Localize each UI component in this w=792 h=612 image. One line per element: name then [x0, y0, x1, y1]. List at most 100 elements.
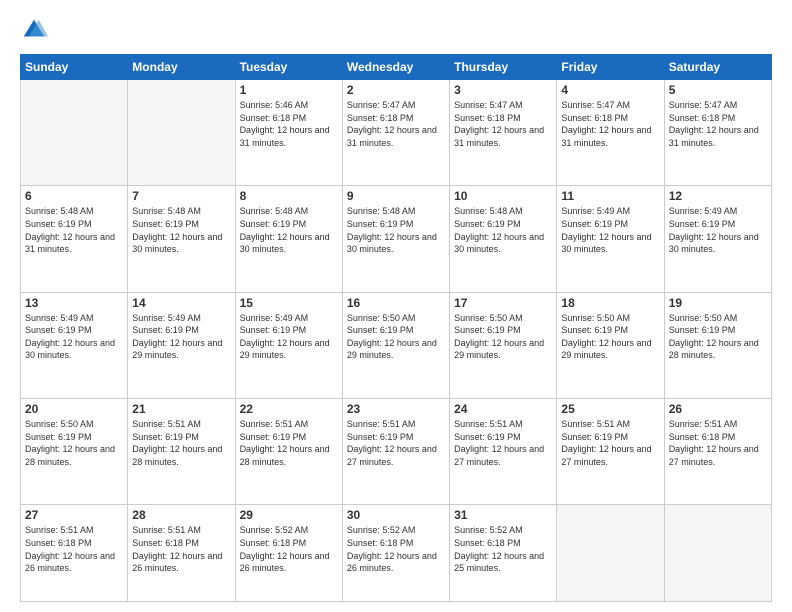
calendar-cell: 24Sunrise: 5:51 AM Sunset: 6:19 PM Dayli… [450, 398, 557, 504]
day-number: 30 [347, 508, 445, 522]
day-number: 3 [454, 83, 552, 97]
day-number: 23 [347, 402, 445, 416]
day-info: Sunrise: 5:50 AM Sunset: 6:19 PM Dayligh… [561, 312, 659, 362]
calendar-cell [557, 505, 664, 602]
day-info: Sunrise: 5:47 AM Sunset: 6:18 PM Dayligh… [347, 99, 445, 149]
day-number: 27 [25, 508, 123, 522]
calendar-cell: 10 Sunrise: 5:48 AM Sunset: 6:19 PM Dayli… [450, 186, 557, 292]
weekday-header-saturday: Saturday [664, 55, 771, 80]
day-info: Sunrise: 5:48 AM Sunset: 6:19 PM Dayligh… [347, 205, 445, 255]
day-info: Sunrise: 5:51 AM Sunset: 6:18 PM Dayligh… [25, 524, 123, 574]
calendar-cell: 19 Sunrise: 5:50 AM Sunset: 6:19 PM Dayli… [664, 292, 771, 398]
weekday-header-tuesday: Tuesday [235, 55, 342, 80]
calendar-cell: 27 Sunrise: 5:51 AM Sunset: 6:18 PM Dayli… [21, 505, 128, 602]
page: SundayMondayTuesdayWednesdayThursdayFrid… [0, 0, 792, 612]
calendar-table: SundayMondayTuesdayWednesdayThursdayFrid… [20, 54, 772, 602]
day-number: 15 [240, 296, 338, 310]
day-number: 12 [669, 189, 767, 203]
calendar-cell: 31 Sunrise: 5:52 AM Sunset: 6:18 PM Dayli… [450, 505, 557, 602]
calendar-cell: 22Sunrise: 5:51 AM Sunset: 6:19 PM Dayli… [235, 398, 342, 504]
day-number: 1 [240, 83, 338, 97]
day-number: 25 [561, 402, 659, 416]
day-info: Sunrise: 5:52 AM Sunset: 6:18 PM Dayligh… [347, 524, 445, 574]
calendar-week-2: 13 Sunrise: 5:49 AM Sunset: 6:19 PM Dayli… [21, 292, 772, 398]
calendar-cell: 25Sunrise: 5:51 AM Sunset: 6:19 PM Dayli… [557, 398, 664, 504]
day-info: Sunrise: 5:51 AM Sunset: 6:19 PM Dayligh… [132, 418, 230, 468]
calendar-cell: 16 Sunrise: 5:50 AM Sunset: 6:19 PM Dayli… [342, 292, 449, 398]
day-info: Sunrise: 5:48 AM Sunset: 6:19 PM Dayligh… [454, 205, 552, 255]
weekday-header-monday: Monday [128, 55, 235, 80]
calendar-cell: 6 Sunrise: 5:48 AM Sunset: 6:19 PM Daylig… [21, 186, 128, 292]
calendar-cell: 8 Sunrise: 5:48 AM Sunset: 6:19 PM Daylig… [235, 186, 342, 292]
day-number: 19 [669, 296, 767, 310]
calendar-cell: 9 Sunrise: 5:48 AM Sunset: 6:19 PM Daylig… [342, 186, 449, 292]
header [20, 16, 772, 44]
day-info: Sunrise: 5:52 AM Sunset: 6:18 PM Dayligh… [240, 524, 338, 574]
calendar-cell: 14 Sunrise: 5:49 AM Sunset: 6:19 PM Dayli… [128, 292, 235, 398]
weekday-header-sunday: Sunday [21, 55, 128, 80]
calendar-cell: 21 Sunrise: 5:51 AM Sunset: 6:19 PM Dayli… [128, 398, 235, 504]
day-number: 14 [132, 296, 230, 310]
day-info: Sunrise: 5:50 AM Sunset: 6:19 PM Dayligh… [669, 312, 767, 362]
day-number: 4 [561, 83, 659, 97]
day-info: Sunrise: 5:51 AM Sunset: 6:19 PM Dayligh… [240, 418, 338, 468]
day-number: 10 [454, 189, 552, 203]
calendar-cell: 20Sunrise: 5:50 AM Sunset: 6:19 PM Dayli… [21, 398, 128, 504]
weekday-header-wednesday: Wednesday [342, 55, 449, 80]
day-info: Sunrise: 5:47 AM Sunset: 6:18 PM Dayligh… [669, 99, 767, 149]
day-number: 24 [454, 402, 552, 416]
calendar-cell: 29Sunrise: 5:52 AM Sunset: 6:18 PM Dayli… [235, 505, 342, 602]
day-info: Sunrise: 5:51 AM Sunset: 6:18 PM Dayligh… [669, 418, 767, 468]
day-number: 17 [454, 296, 552, 310]
day-number: 11 [561, 189, 659, 203]
calendar-cell: 2 Sunrise: 5:47 AM Sunset: 6:18 PM Daylig… [342, 80, 449, 186]
day-number: 9 [347, 189, 445, 203]
calendar-cell: 26Sunrise: 5:51 AM Sunset: 6:18 PM Dayli… [664, 398, 771, 504]
day-info: Sunrise: 5:48 AM Sunset: 6:19 PM Dayligh… [132, 205, 230, 255]
calendar-cell: 17 Sunrise: 5:50 AM Sunset: 6:19 PM Dayli… [450, 292, 557, 398]
weekday-header-thursday: Thursday [450, 55, 557, 80]
day-number: 7 [132, 189, 230, 203]
calendar-cell: 12Sunrise: 5:49 AM Sunset: 6:19 PM Dayli… [664, 186, 771, 292]
calendar-cell: 28 Sunrise: 5:51 AM Sunset: 6:18 PM Dayli… [128, 505, 235, 602]
day-info: Sunrise: 5:49 AM Sunset: 6:19 PM Dayligh… [561, 205, 659, 255]
day-number: 31 [454, 508, 552, 522]
calendar-cell: 15 Sunrise: 5:49 AM Sunset: 6:19 PM Dayli… [235, 292, 342, 398]
day-info: Sunrise: 5:47 AM Sunset: 6:18 PM Dayligh… [561, 99, 659, 149]
calendar-cell: 11 Sunrise: 5:49 AM Sunset: 6:19 PM Dayli… [557, 186, 664, 292]
calendar-cell: 13 Sunrise: 5:49 AM Sunset: 6:19 PM Dayli… [21, 292, 128, 398]
day-info: Sunrise: 5:50 AM Sunset: 6:19 PM Dayligh… [347, 312, 445, 362]
day-info: Sunrise: 5:48 AM Sunset: 6:19 PM Dayligh… [25, 205, 123, 255]
calendar-cell: 3Sunrise: 5:47 AM Sunset: 6:18 PM Daylig… [450, 80, 557, 186]
day-number: 16 [347, 296, 445, 310]
day-number: 13 [25, 296, 123, 310]
day-number: 20 [25, 402, 123, 416]
day-info: Sunrise: 5:50 AM Sunset: 6:19 PM Dayligh… [454, 312, 552, 362]
weekday-header-row: SundayMondayTuesdayWednesdayThursdayFrid… [21, 55, 772, 80]
day-number: 18 [561, 296, 659, 310]
day-info: Sunrise: 5:51 AM Sunset: 6:19 PM Dayligh… [347, 418, 445, 468]
day-info: Sunrise: 5:52 AM Sunset: 6:18 PM Dayligh… [454, 524, 552, 574]
day-number: 21 [132, 402, 230, 416]
calendar-cell: 30 Sunrise: 5:52 AM Sunset: 6:18 PM Dayli… [342, 505, 449, 602]
day-info: Sunrise: 5:49 AM Sunset: 6:19 PM Dayligh… [25, 312, 123, 362]
day-info: Sunrise: 5:49 AM Sunset: 6:19 PM Dayligh… [240, 312, 338, 362]
calendar-week-4: 27 Sunrise: 5:51 AM Sunset: 6:18 PM Dayli… [21, 505, 772, 602]
logo-icon [20, 16, 48, 44]
calendar-cell: 18 Sunrise: 5:50 AM Sunset: 6:19 PM Dayli… [557, 292, 664, 398]
day-info: Sunrise: 5:49 AM Sunset: 6:19 PM Dayligh… [132, 312, 230, 362]
calendar-cell: 23 Sunrise: 5:51 AM Sunset: 6:19 PM Dayli… [342, 398, 449, 504]
calendar-cell: 5Sunrise: 5:47 AM Sunset: 6:18 PM Daylig… [664, 80, 771, 186]
calendar-cell [664, 505, 771, 602]
day-info: Sunrise: 5:46 AM Sunset: 6:18 PM Dayligh… [240, 99, 338, 149]
day-info: Sunrise: 5:48 AM Sunset: 6:19 PM Dayligh… [240, 205, 338, 255]
calendar-cell: 7 Sunrise: 5:48 AM Sunset: 6:19 PM Daylig… [128, 186, 235, 292]
day-number: 8 [240, 189, 338, 203]
day-number: 6 [25, 189, 123, 203]
calendar-cell: 4 Sunrise: 5:47 AM Sunset: 6:18 PM Daylig… [557, 80, 664, 186]
calendar-cell [128, 80, 235, 186]
day-number: 28 [132, 508, 230, 522]
calendar-week-0: 1 Sunrise: 5:46 AM Sunset: 6:18 PM Daylig… [21, 80, 772, 186]
day-info: Sunrise: 5:51 AM Sunset: 6:18 PM Dayligh… [132, 524, 230, 574]
day-number: 2 [347, 83, 445, 97]
